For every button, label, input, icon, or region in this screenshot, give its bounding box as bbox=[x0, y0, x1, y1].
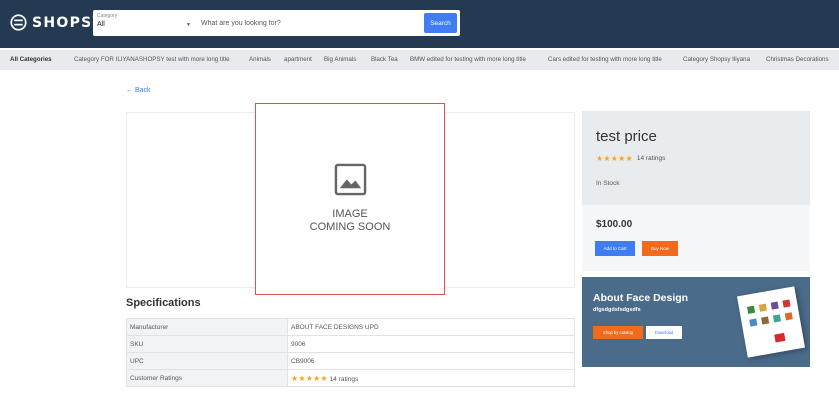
add-to-cart-button[interactable]: Add to Cart bbox=[595, 241, 635, 256]
promo-subtitle: dfgsdgdsfsdgsdfs bbox=[593, 307, 641, 313]
promo-banner: About Face Design dfgsdgdsfsdgsdfs Shop … bbox=[582, 277, 810, 367]
category-select[interactable]: Category All ▼ bbox=[93, 10, 193, 36]
shop-by-catalog-button[interactable]: Shop by catalog bbox=[593, 326, 643, 339]
back-link[interactable]: ← Back bbox=[126, 87, 151, 94]
category-link[interactable]: Black Tea bbox=[371, 56, 398, 63]
specifications-table: Manufacturer ABOUT FACE DESIGNS UPD SKU … bbox=[126, 318, 575, 387]
category-value: All bbox=[97, 21, 105, 28]
category-link[interactable]: Category FOR ILIYANASHOPSY test with mor… bbox=[74, 56, 230, 63]
stock-status: In Stock bbox=[596, 180, 620, 187]
star-rating: ★★★★★ bbox=[291, 373, 328, 383]
product-summary: test price ★★★★★ 14 ratings In Stock bbox=[582, 111, 810, 205]
category-link[interactable]: All Categories bbox=[10, 56, 52, 63]
search-input[interactable] bbox=[198, 10, 413, 36]
image-placeholder-text: IMAGE COMING SOON bbox=[256, 208, 444, 234]
category-link[interactable]: Big Animals bbox=[324, 56, 356, 63]
image-placeholder-line1: IMAGE bbox=[332, 208, 368, 220]
spec-key: Customer Ratings bbox=[126, 369, 288, 387]
product-image[interactable]: IMAGE COMING SOON bbox=[255, 103, 445, 295]
product-title: test price bbox=[596, 128, 657, 145]
product-rating: ★★★★★ 14 ratings bbox=[596, 154, 665, 163]
purchase-panel: $100.00 Add to Cart Buy Now bbox=[582, 205, 810, 271]
spec-value: 9006 bbox=[287, 335, 575, 353]
catalog-preview-image bbox=[737, 286, 805, 358]
category-nav: All Categories Category FOR ILIYANASHOPS… bbox=[0, 50, 839, 70]
download-button[interactable]: Download bbox=[646, 326, 682, 339]
chevron-down-icon: ▼ bbox=[186, 22, 191, 28]
spec-key: UPC bbox=[126, 352, 288, 370]
spec-value: ABOUT FACE DESIGNS UPD bbox=[287, 318, 575, 336]
spec-key: SKU bbox=[126, 335, 288, 353]
category-link[interactable]: Christmas Decorations bbox=[766, 56, 829, 63]
logo-icon bbox=[10, 14, 27, 31]
rating-count: 14 ratings bbox=[636, 155, 666, 162]
table-row: UPC CB9006 bbox=[126, 352, 575, 370]
search-bar: Category All ▼ Search bbox=[93, 10, 460, 36]
rating-count: 14 ratings bbox=[329, 375, 359, 383]
image-placeholder-icon bbox=[334, 163, 367, 196]
image-placeholder-line2: COMING SOON bbox=[309, 221, 391, 233]
spec-key: Manufacturer bbox=[126, 318, 288, 336]
category-link[interactable]: Cars edited for testing with more long t… bbox=[548, 56, 662, 63]
table-row: Manufacturer ABOUT FACE DESIGNS UPD bbox=[126, 318, 575, 336]
category-label: Category bbox=[97, 13, 118, 19]
star-rating: ★★★★★ bbox=[596, 154, 633, 163]
category-link[interactable]: BMW edited for testing with more long ti… bbox=[410, 56, 526, 63]
category-link[interactable]: Category Shopsy Iliyana bbox=[683, 56, 750, 63]
spec-value: ★★★★★ 14 ratings bbox=[287, 369, 575, 387]
promo-title: About Face Design bbox=[593, 292, 689, 304]
buy-now-button[interactable]: Buy Now bbox=[642, 241, 678, 256]
table-row: Customer Ratings ★★★★★ 14 ratings bbox=[126, 369, 575, 387]
specifications-heading: Specifications bbox=[126, 297, 201, 309]
brand-logo[interactable]: SHOPSY bbox=[10, 14, 104, 31]
product-price: $100.00 bbox=[596, 219, 633, 230]
category-link[interactable]: apartment bbox=[284, 56, 312, 63]
site-header: SHOPSY Category All ▼ Search bbox=[0, 0, 839, 48]
search-button[interactable]: Search bbox=[424, 13, 457, 33]
table-row: SKU 9006 bbox=[126, 335, 575, 353]
category-link[interactable]: Animals bbox=[249, 56, 271, 63]
spec-value: CB9006 bbox=[287, 352, 575, 370]
